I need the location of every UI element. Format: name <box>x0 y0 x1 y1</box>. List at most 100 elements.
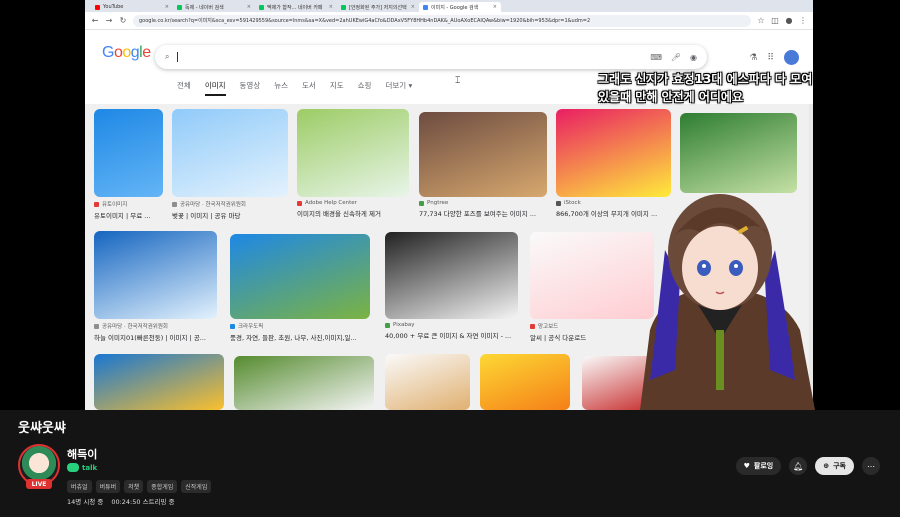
lens-icon[interactable]: ◉ <box>690 53 697 62</box>
result-thumbnail-dogs[interactable] <box>419 112 547 197</box>
back-icon[interactable]: ← <box>91 16 99 25</box>
search-icon: ⌕ <box>165 52 170 61</box>
stream-video[interactable]: YouTube × 독제 - 네이버 검색 × 멕제가 합작... 네이버 카페 × [안정… <box>0 0 900 410</box>
stream-tag[interactable]: 저챗 <box>124 480 144 493</box>
result-caption[interactable]: 풍경, 자연, 들판, 초원, 나무, 사진,이미지,일... <box>230 332 370 342</box>
result-thumbnail-blossom[interactable] <box>172 109 288 197</box>
source-favicon-icon <box>94 323 99 329</box>
image-result[interactable] <box>480 354 570 410</box>
address-bar-row: ← → ↻ google.co.kr/search?q=이미지&sca_esv=… <box>85 12 813 30</box>
tab-close-icon[interactable]: × <box>247 4 251 10</box>
profile-icon[interactable]: ● <box>785 16 793 25</box>
result-thumbnail-sky[interactable] <box>94 231 217 319</box>
search-tab[interactable]: 쇼핑 <box>358 80 372 96</box>
notification-button[interactable]: 🔔︎ <box>789 457 808 475</box>
search-tab[interactable]: 전체 <box>177 80 191 96</box>
image-result[interactable]: Adobe Help Center 이미지의 배경을 신속하게 제거 <box>297 109 409 218</box>
browser-tab[interactable]: [안정화된 주가] 저지의선택 × <box>337 2 419 12</box>
image-result[interactable]: Pngtree 77,734 다양한 포즈를 보여주는 이미지 ... <box>419 112 547 218</box>
talk-label: talk <box>82 463 98 472</box>
url-field[interactable]: google.co.kr/search?q=이미지&sca_esv=591429… <box>133 14 751 27</box>
subscribe-button[interactable]: ⊕ 구독 <box>815 457 854 475</box>
result-thumbnail-rabbit[interactable] <box>234 356 374 410</box>
image-result[interactable]: 공유마당 · 한국저작권위원회벚꽃 | 이미지 | 공유 마당 <box>172 109 288 220</box>
stream-title: 웃쌰웃쌰 <box>18 421 66 436</box>
result-caption[interactable]: 하늘 이미지01(빠른천둥) | 이미지 | 공... <box>94 332 217 342</box>
tab-close-icon[interactable]: × <box>411 4 415 10</box>
browser-tab[interactable]: 이미지 - Google 검색 × <box>419 2 501 12</box>
stream-tag[interactable]: 버츄얼 <box>67 480 92 493</box>
more-options-button[interactable]: ⋯ <box>862 457 880 475</box>
image-result[interactable]: Pixabay 40,000 + 무료 큰 이미지 & 자연 이미지 - ... <box>385 232 518 340</box>
source-label: 공유마당 · 한국저작권위원회 <box>180 202 246 208</box>
browser-tab[interactable]: 멕제가 합작... 네이버 카페 × <box>255 2 337 12</box>
result-source: Pngtree <box>419 200 547 206</box>
talk-link[interactable]: talk <box>67 463 97 472</box>
heart-icon: ♥ <box>743 462 750 470</box>
tab-close-icon[interactable]: × <box>329 4 333 10</box>
source-favicon-icon <box>297 200 302 206</box>
source-label: 유토이미지 <box>102 202 128 208</box>
more-icon: ⋯ <box>867 461 875 471</box>
apps-icon[interactable]: ⠿ <box>767 53 774 63</box>
labs-icon[interactable]: ⚗ <box>749 53 757 63</box>
channel-name[interactable]: 해득이 <box>67 446 97 462</box>
reload-icon[interactable]: ↻ <box>119 16 127 25</box>
search-tab[interactable]: 이미지 <box>204 80 226 96</box>
search-tab[interactable]: 동영상 <box>240 80 261 96</box>
search-tab[interactable]: 도서 <box>302 80 316 96</box>
google-logo[interactable]: Google <box>102 44 151 62</box>
image-result[interactable]: 크라우도픽풍경, 자연, 들판, 초원, 나무, 사진,이미지,일... <box>230 234 370 342</box>
source-label: 크라우도픽 <box>238 324 264 330</box>
result-thumbnail-ryan[interactable] <box>480 354 570 410</box>
result-caption[interactable]: 벚꽃 | 이미지 | 공유 마당 <box>172 210 288 220</box>
result-source: 유토이미지 <box>94 200 163 208</box>
result-thumbnail-retriever[interactable] <box>385 354 470 410</box>
source-favicon-icon <box>172 201 177 207</box>
subscribe-label: 구독 <box>833 462 846 470</box>
image-result[interactable]: 유토이미지유토이미지 | 무료 ... <box>94 109 163 220</box>
image-result[interactable] <box>234 356 374 410</box>
menu-icon[interactable]: ⋮ <box>799 16 807 25</box>
result-source: 크라우도픽 <box>230 322 370 330</box>
source-label: 망고보드 <box>538 324 559 330</box>
source-label: 공유마당 · 한국저작권위원회 <box>102 324 168 330</box>
account-avatar[interactable] <box>784 50 799 65</box>
image-result[interactable] <box>94 354 224 410</box>
search-tab[interactable]: 더보기 ▾ <box>385 80 412 96</box>
search-tab[interactable]: 뉴스 <box>274 80 288 96</box>
tab-favicon-icon <box>341 4 346 10</box>
browser-tab[interactable]: 독제 - 네이버 검색 × <box>173 2 255 12</box>
tab-close-icon[interactable]: × <box>165 4 169 10</box>
tab-label: 독제 - 네이버 검색 <box>185 4 224 11</box>
source-label: Adobe Help Center <box>305 200 357 206</box>
stream-tag[interactable]: 종합게임 <box>147 480 178 493</box>
result-thumbnail-wolf[interactable] <box>385 232 518 319</box>
live-badge: LIVE <box>26 479 52 489</box>
search-tabs: 전체 이미지 동영상 뉴스 도서 지도 쇼핑 더보기 ▾ <box>177 80 412 96</box>
tab-close-icon[interactable]: × <box>493 4 497 10</box>
star-icon[interactable]: ☆ <box>757 16 765 25</box>
follow-button[interactable]: ♥ 팔로잉 <box>735 457 782 475</box>
image-result[interactable] <box>385 354 470 410</box>
result-caption[interactable]: 유토이미지 | 무료 ... <box>94 210 163 220</box>
result-caption[interactable]: 이미지의 배경을 신속하게 제거 <box>297 208 409 218</box>
result-thumbnail-pom[interactable] <box>94 109 163 197</box>
extensions-icon[interactable]: ◫ <box>771 16 779 25</box>
stream-tag[interactable]: 신작게임 <box>181 480 212 493</box>
stream-tag[interactable]: 버튜버 <box>95 480 121 493</box>
forward-icon[interactable]: → <box>105 16 113 25</box>
result-thumbnail-sunflower[interactable] <box>94 354 224 410</box>
result-caption[interactable]: 40,000 + 무료 큰 이미지 & 자연 이미지 - ... <box>385 330 518 340</box>
browser-tab[interactable]: YouTube × <box>91 2 173 12</box>
result-thumbnail-puppy[interactable] <box>297 109 409 197</box>
search-tab[interactable]: 지도 <box>330 80 344 96</box>
image-result[interactable]: 공유마당 · 한국저작권위원회하늘 이미지01(빠른천둥) | 이미지 | 공.… <box>94 231 217 342</box>
search-input[interactable]: ⌕ ⌨ 🎤︎ ◉ <box>155 45 707 69</box>
result-caption[interactable]: 77,734 다양한 포즈를 보여주는 이미지 ... <box>419 208 547 218</box>
keyboard-icon[interactable]: ⌨ <box>650 53 662 62</box>
stream-actions: ♥ 팔로잉 🔔︎ ⊕ 구독 ⋯ <box>735 457 880 475</box>
plus-circle-icon: ⊕ <box>823 462 830 470</box>
result-thumbnail-field[interactable] <box>230 234 370 319</box>
mic-icon[interactable]: 🎤︎ <box>671 53 681 62</box>
